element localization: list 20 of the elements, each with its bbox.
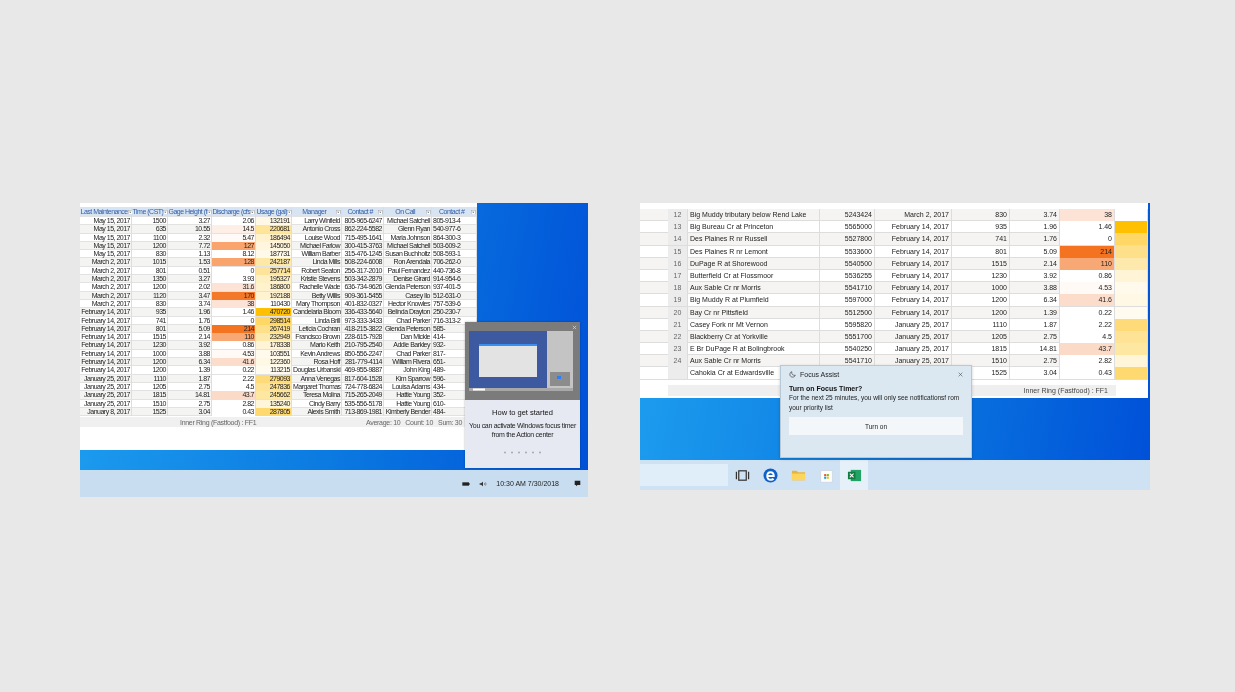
filter-dropdown-icon[interactable] bbox=[336, 209, 341, 215]
battery-icon[interactable] bbox=[462, 480, 471, 487]
filter-dropdown-icon[interactable] bbox=[426, 209, 431, 215]
task-view-icon bbox=[734, 467, 750, 483]
shopping-bag-icon bbox=[818, 467, 834, 483]
filter-dropdown-icon[interactable] bbox=[163, 209, 168, 215]
page-dots-drawing[interactable] bbox=[502, 451, 543, 454]
notification-icon[interactable] bbox=[574, 480, 581, 487]
volume-icon[interactable] bbox=[479, 480, 488, 487]
filter-dropdown-icon[interactable] bbox=[207, 209, 212, 215]
spreadsheet-icon bbox=[846, 467, 862, 483]
moon-icon bbox=[789, 371, 796, 378]
filter-dropdown-icon[interactable] bbox=[287, 209, 292, 215]
search-field[interactable] bbox=[640, 464, 728, 486]
filter-dropdown-icon[interactable] bbox=[127, 209, 133, 215]
filter-dropdown-icon[interactable] bbox=[378, 209, 383, 215]
filter-dropdown-icon[interactable] bbox=[250, 209, 255, 215]
filter-dropdown-icon[interactable] bbox=[471, 209, 476, 215]
close-icon[interactable] bbox=[958, 372, 963, 377]
spreadsheet-button[interactable] bbox=[840, 460, 868, 490]
